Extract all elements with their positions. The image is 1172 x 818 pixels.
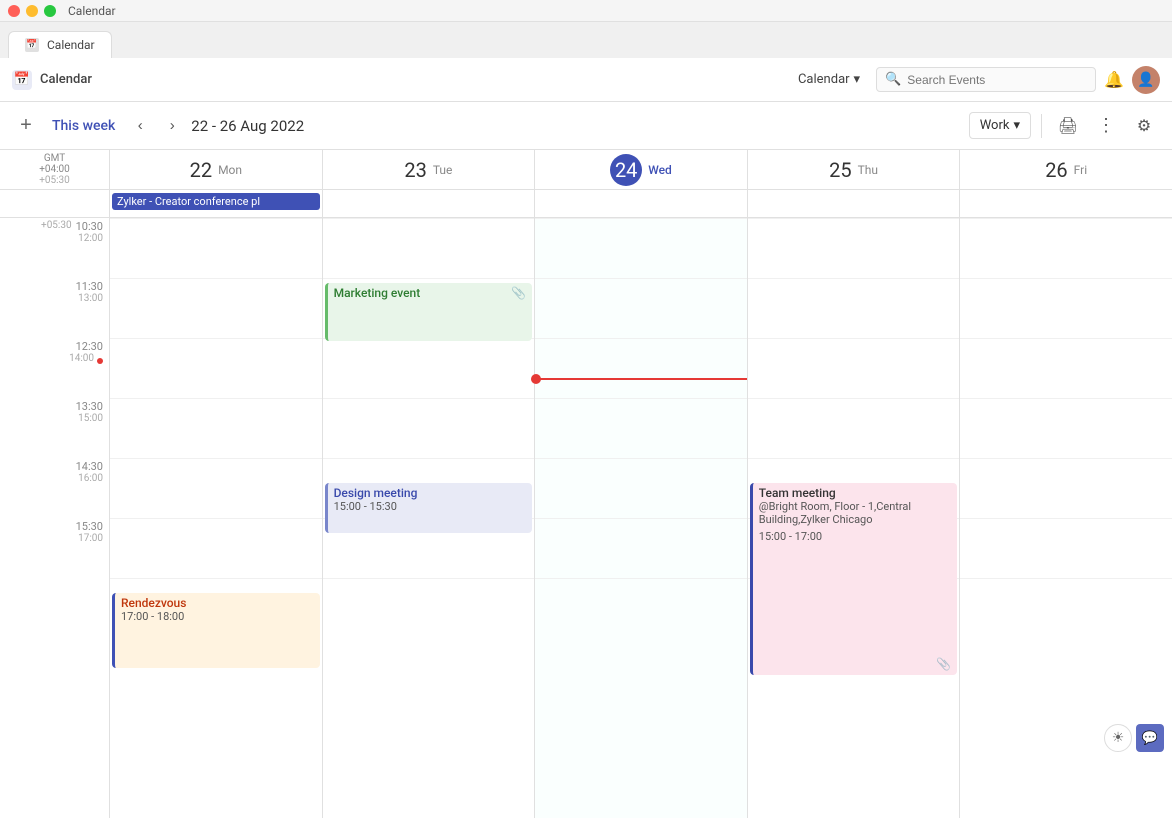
day-header-mon: 22 Mon: [110, 150, 323, 189]
event-design[interactable]: Design meeting 15:00 - 15:30: [325, 483, 533, 533]
calendar-dropdown[interactable]: Calendar ▾: [790, 68, 868, 91]
day-col-thu: Team meeting @Bright Room, Floor - 1,Cen…: [748, 218, 961, 818]
add-event-button[interactable]: +: [12, 112, 40, 140]
day-num-26: 26: [1045, 158, 1067, 182]
settings-button[interactable]: ⚙: [1128, 110, 1160, 142]
allday-cell-mon: Zylker - Creator conference pl: [110, 190, 323, 217]
gmt-offset1: +04:00: [39, 164, 70, 175]
time-label-1500: 13:30 15:00: [0, 398, 109, 458]
work-label: Work: [980, 118, 1010, 133]
day-columns: Rendezvous 17:00 - 18:00 Marketing event…: [110, 218, 1172, 818]
tab-calendar[interactable]: 📅 Calendar: [8, 31, 112, 58]
search-icon: 🔍: [885, 72, 901, 87]
event-team-detail: @Bright Room, Floor - 1,Central Building…: [759, 500, 952, 526]
day-num-24: 24: [610, 154, 642, 186]
work-chevron-icon: ▾: [1013, 118, 1020, 133]
app-title: Calendar: [40, 72, 92, 87]
topbar: 📅 Calendar Calendar ▾ 🔍 🔔 👤: [0, 58, 1172, 102]
allday-label: [0, 190, 110, 217]
gmt-offset2: +05:30: [39, 175, 70, 186]
this-week-button[interactable]: This week: [46, 114, 121, 138]
current-time-dot: [97, 358, 103, 364]
event-marketing[interactable]: Marketing event📎: [325, 283, 533, 341]
calendar-label: Calendar: [798, 72, 850, 87]
window-title: Calendar: [68, 4, 116, 18]
allday-cell-thu: [748, 190, 961, 217]
event-rendezvous-time: 17:00 - 18:00: [121, 610, 314, 623]
allday-event-zylker[interactable]: Zylker - Creator conference pl: [112, 193, 320, 210]
time-label-1400: 12:30 14:00: [0, 338, 109, 398]
time-labels: +05:30 10:30 12:00 11:30 13:00 12:30 14:: [0, 218, 110, 818]
maximize-dot[interactable]: [44, 5, 56, 17]
event-team[interactable]: Team meeting @Bright Room, Floor - 1,Cen…: [750, 483, 958, 675]
tab-favicon: 📅: [25, 38, 39, 52]
day-num-22: 22: [190, 158, 212, 182]
day-col-mon: Rendezvous 17:00 - 18:00: [110, 218, 323, 818]
day-header-thu: 25 Thu: [748, 150, 961, 189]
close-dot[interactable]: [8, 5, 20, 17]
day-name-fri: Fri: [1074, 163, 1087, 177]
day-name-wed: Wed: [648, 163, 672, 177]
day-num-25: 25: [829, 158, 851, 182]
bell-icon[interactable]: 🔔: [1104, 70, 1124, 89]
day-header-tue: 23 Tue: [323, 150, 536, 189]
prev-week-button[interactable]: ‹: [127, 113, 153, 139]
time-label-1300: 11:30 13:00: [0, 278, 109, 338]
allday-cell-fri: [960, 190, 1172, 217]
allday-cell-tue: [323, 190, 536, 217]
print-button[interactable]: 🖨: [1052, 110, 1084, 142]
navbar: + This week ‹ › 22 - 26 Aug 2022 Work ▾ …: [0, 102, 1172, 150]
time-label-1200: +05:30 10:30 12:00: [0, 218, 109, 278]
tab-bar: 📅 Calendar: [0, 22, 1172, 58]
day-name-mon: Mon: [218, 163, 242, 177]
event-rendezvous[interactable]: Rendezvous 17:00 - 18:00: [112, 593, 320, 668]
event-design-title: Design meeting: [334, 486, 527, 500]
calendar-chevron-icon: ▾: [854, 72, 861, 87]
work-dropdown[interactable]: Work ▾: [969, 112, 1031, 139]
attachment-icon: 📎: [511, 286, 526, 300]
allday-row: Zylker - Creator conference pl: [0, 190, 1172, 218]
event-team-time: 15:00 - 17:00: [759, 530, 952, 543]
calendar: GMT +04:00 +05:30 22 Mon 23 Tue 24 Wed 2…: [0, 150, 1172, 818]
date-range: 22 - 26 Aug 2022: [191, 117, 304, 135]
event-team-title: Team meeting: [759, 486, 952, 500]
event-marketing-title: Marketing event📎: [334, 286, 527, 300]
more-options-button[interactable]: ⋮: [1090, 110, 1122, 142]
separator: [1041, 114, 1042, 138]
current-time-line: [535, 378, 747, 380]
time-label-1600: 14:30 16:00: [0, 458, 109, 518]
day-col-tue: Marketing event📎 Design meeting 15:00 - …: [323, 218, 536, 818]
brightness-button[interactable]: ☀: [1104, 724, 1132, 752]
gmt-label: GMT: [44, 153, 65, 164]
day-col-wed: [535, 218, 748, 818]
search-input[interactable]: [907, 73, 1037, 87]
event-design-time: 15:00 - 15:30: [334, 500, 527, 513]
tab-label: Calendar: [47, 38, 95, 52]
window-chrome: Calendar: [0, 0, 1172, 22]
day-header-fri: 26 Fri: [960, 150, 1172, 189]
next-week-button[interactable]: ›: [159, 113, 185, 139]
day-name-thu: Thu: [858, 163, 878, 177]
attachment-icon-team: 📎: [936, 657, 951, 671]
app-icon: 📅: [12, 70, 32, 90]
avatar: 👤: [1132, 66, 1160, 94]
time-sub-1: +05:30: [41, 220, 72, 231]
search-bar[interactable]: 🔍: [876, 67, 1096, 92]
gmt-header: GMT +04:00 +05:30: [0, 150, 110, 189]
bottom-controls: ☀ 💬: [1104, 724, 1164, 752]
day-num-23: 23: [404, 158, 426, 182]
time-label-1700: 15:30 17:00: [0, 518, 109, 578]
day-header-wed: 24 Wed: [535, 150, 748, 189]
time-grid[interactable]: +05:30 10:30 12:00 11:30 13:00 12:30 14:: [0, 218, 1172, 818]
event-rendezvous-title: Rendezvous: [121, 596, 314, 610]
day-headers: GMT +04:00 +05:30 22 Mon 23 Tue 24 Wed 2…: [0, 150, 1172, 190]
chat-button[interactable]: 💬: [1136, 724, 1164, 752]
day-name-tue: Tue: [433, 163, 453, 177]
minimize-dot[interactable]: [26, 5, 38, 17]
allday-cell-wed: [535, 190, 748, 217]
